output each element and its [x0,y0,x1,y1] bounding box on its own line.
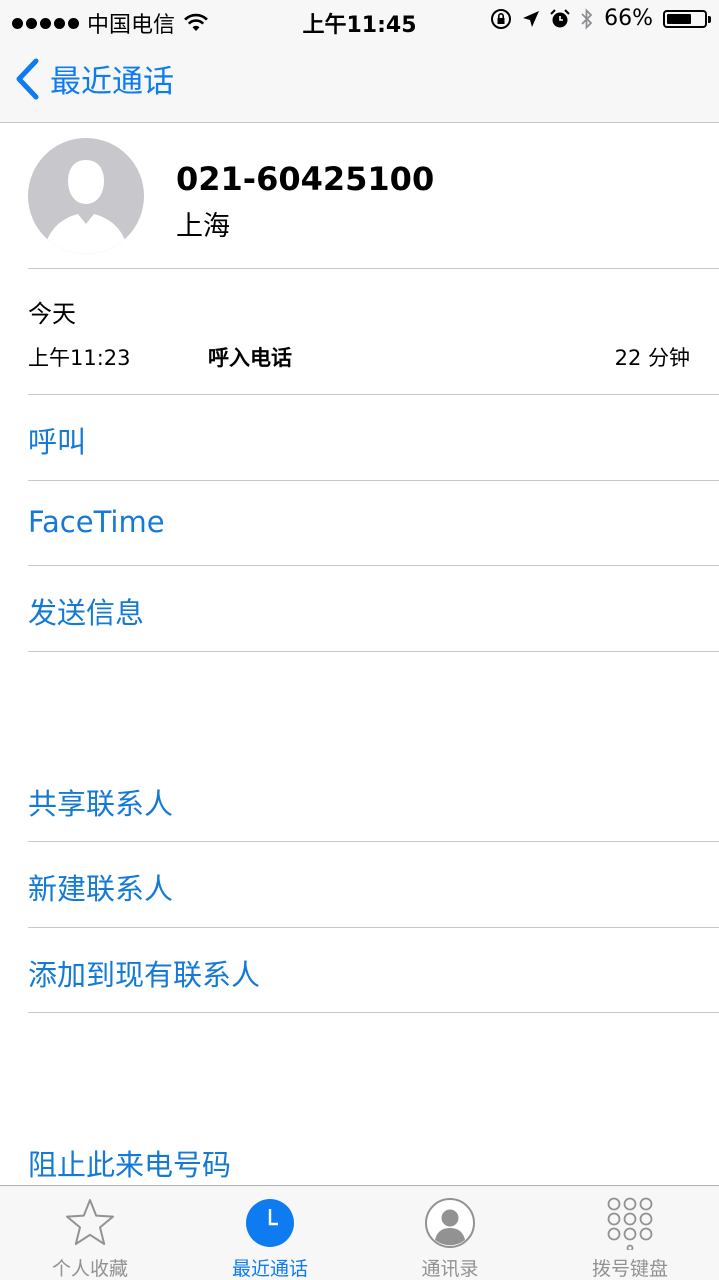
back-button[interactable]: 最近通话 [14,56,174,101]
tab-label: 最近通话 [231,1258,308,1280]
divider [28,651,719,652]
call-time: 上午11:23 [28,346,131,370]
contact-icon [425,1198,475,1248]
tab-keypad[interactable]: 拨号键盘 [540,1186,719,1280]
new-contact-button[interactable]: 新建联系人 [28,866,173,908]
tab-recents[interactable]: 最近通话 [180,1186,360,1280]
block-caller-button[interactable]: 阻止此来电号码 [28,1142,231,1184]
call-duration: 22 分钟 [614,346,690,370]
wifi-icon [184,13,208,31]
share-contact-button[interactable]: 共享联系人 [28,781,173,823]
avatar [28,138,144,254]
divider [28,1012,719,1013]
location-arrow-icon [523,10,540,27]
star-icon [66,1199,114,1245]
battery-percent: 66% [604,6,653,31]
signal-strength-icon [12,17,79,29]
call-type: 呼入电话 [208,346,292,370]
alarm-icon [550,8,570,27]
tab-label: 个人收藏 [51,1258,128,1280]
tab-favorites[interactable]: 个人收藏 [0,1186,180,1280]
contact-location: 上海 [176,211,230,242]
bluetooth-icon [581,7,593,30]
clock-icon [246,1199,294,1247]
orientation-lock-icon [491,8,512,29]
battery-icon [663,9,711,28]
facetime-button[interactable]: FaceTime [28,505,165,539]
status-left: 中国电信 [12,7,209,39]
person-silhouette-icon [44,160,128,254]
keypad-icon [607,1197,653,1250]
tab-label: 拨号键盘 [591,1258,668,1280]
back-button-label: 最近通话 [50,64,174,100]
divider [28,480,719,481]
status-bar: 中国电信 上午11:45 66% [0,0,719,40]
call-button[interactable]: 呼叫 [28,419,86,461]
tab-bar: 个人收藏 最近通话 通讯录 拨号键盘 [0,1185,719,1280]
tab-contacts[interactable]: 通讯录 [360,1186,540,1280]
call-log-date: 今天 [28,300,76,328]
call-detail-screen: 中国电信 上午11:45 66% 最近通话 021-60425100 上海 今天… [0,0,719,1280]
navigation-bar: 最近通话 [0,40,719,123]
status-right: 66% [490,6,711,31]
carrier-name: 中国电信 [87,13,176,38]
contact-phone-number: 021-60425100 [176,160,435,198]
battery-level [667,13,691,24]
divider [28,565,719,566]
divider [28,268,719,269]
contact-header: 021-60425100 上海 [0,124,719,269]
send-message-button[interactable]: 发送信息 [28,590,144,632]
divider [28,394,719,395]
add-to-existing-contact-button[interactable]: 添加到现有联系人 [28,952,260,994]
tab-label: 通讯录 [421,1258,479,1280]
divider [28,927,719,928]
chevron-left-icon [16,58,39,99]
call-log-entry: 上午11:23 呼入电话 22 分钟 [28,342,690,372]
divider [28,841,719,842]
